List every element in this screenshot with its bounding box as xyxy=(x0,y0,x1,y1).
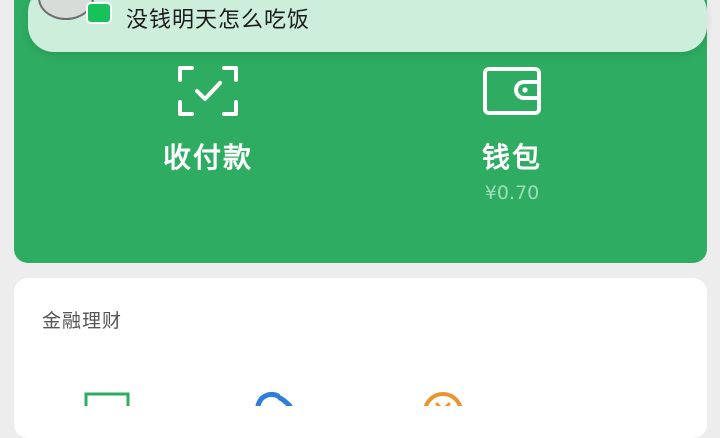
finance-card xyxy=(14,278,707,438)
collect-pay-label: 收付款 xyxy=(162,141,253,174)
wechat-message-icon xyxy=(86,2,112,24)
wallet-label: 钱包 xyxy=(481,141,542,174)
green-square-icon[interactable] xyxy=(84,392,130,406)
scan-check-icon xyxy=(178,66,238,116)
wallet-icon xyxy=(483,67,541,115)
wallet-button[interactable]: 钱包 ¥0.70 xyxy=(412,64,612,204)
collect-pay-button[interactable]: 收付款 xyxy=(108,64,308,176)
notification-message: 没钱明天怎么吃饭 xyxy=(126,8,311,33)
orange-coin-icon[interactable] xyxy=(420,390,466,406)
blue-swirl-icon[interactable] xyxy=(250,390,296,406)
finance-section-title: 金融理财 xyxy=(42,310,123,332)
wallet-balance: ¥0.70 xyxy=(484,182,540,204)
